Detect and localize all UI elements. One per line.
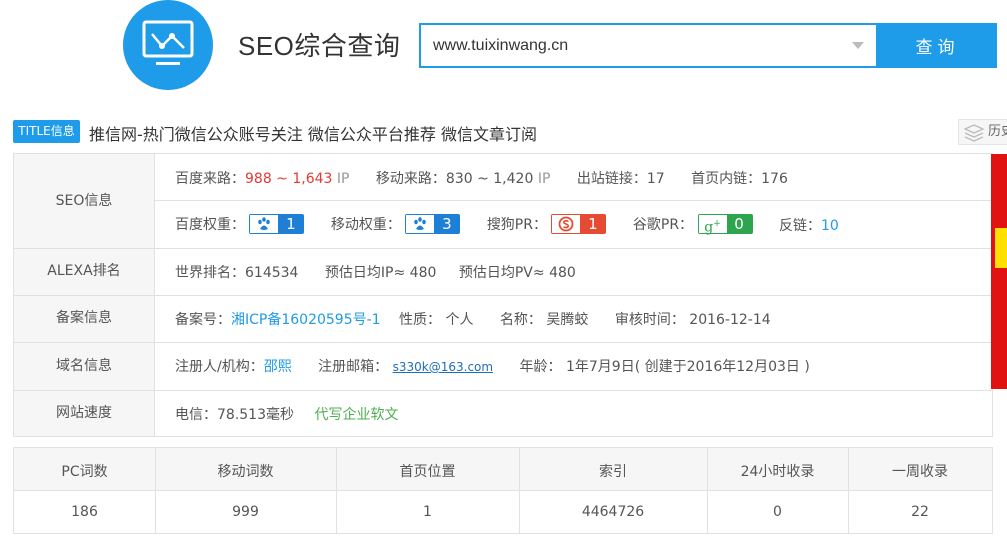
divider xyxy=(14,390,992,391)
alexa-row: 世界排名：614534 预估日均IP≈ 480 预估日均PV≈ 480 xyxy=(175,262,598,282)
baidu-weight-badge[interactable]: 1 xyxy=(249,214,305,234)
stats-table: PC词数 移动词数 首页位置 索引 24小时收录 一周收录 186 999 1 … xyxy=(13,447,993,534)
header-24h-indexed: 24小时收录 xyxy=(740,464,815,480)
mobile-traffic: 移动来路：830 ~ 1,420 IP xyxy=(375,171,551,187)
world-rank: 世界排名：614534 xyxy=(175,265,299,281)
history-button[interactable]: 历史 xyxy=(958,119,1007,145)
search-button[interactable]: 查询 xyxy=(878,23,997,68)
line-chart-monitor-icon xyxy=(142,20,194,65)
home-internal-links[interactable]: 首页内链：176 xyxy=(691,168,788,188)
sogou-icon xyxy=(559,216,574,232)
baidu-weight[interactable]: 百度权重： 1 xyxy=(175,214,305,235)
header-home-position: 首页位置 xyxy=(399,464,456,480)
icp-review-time: 审核时间： 2016-12-14 xyxy=(614,312,771,328)
icp-number-link[interactable]: 湘ICP备16020595号-1 xyxy=(231,312,381,328)
value-home-position: 1 xyxy=(423,504,432,520)
mobile-weight[interactable]: 移动权重： 3 xyxy=(331,214,461,235)
google-pr[interactable]: 谷歌PR： g+ 0 xyxy=(633,214,753,236)
ad-glyph xyxy=(995,228,1007,268)
baidu-paw-icon xyxy=(258,217,271,230)
registrant[interactable]: 注册人/机构：邵熙 xyxy=(175,356,292,376)
mobile-weight-badge[interactable]: 3 xyxy=(405,214,461,234)
seo-traffic-row: 百度来路：988 ~ 1,643 IP 移动来路：830 ~ 1,420 IP … xyxy=(175,168,810,188)
layers-icon xyxy=(964,124,984,142)
icp-nature: 性质： 个人 xyxy=(399,312,474,328)
page-title: SEO综合查询 xyxy=(238,31,401,61)
header-index: 索引 xyxy=(599,464,627,480)
value-mobile-words[interactable]: 999 xyxy=(155,504,336,520)
mobile-traffic-value: 830 ~ 1,420 xyxy=(445,171,534,187)
site-logo[interactable] xyxy=(123,0,213,90)
seo-label: SEO信息 xyxy=(14,154,155,248)
search-box[interactable] xyxy=(419,23,878,68)
telecom-speed: 电信：78.513毫秒 xyxy=(175,407,294,423)
baidu-paw-icon xyxy=(414,217,427,230)
home-internal-links-value[interactable]: 176 xyxy=(761,171,788,187)
value-pc-words[interactable]: 186 xyxy=(14,504,155,520)
icp-row: 备案号：湘ICP备16020595号-1 性质： 个人 名称： 吴腾蛟 审核时间… xyxy=(175,309,793,329)
backlinks-value[interactable]: 10 xyxy=(821,218,839,234)
search-input[interactable] xyxy=(433,25,843,66)
registrant-link[interactable]: 邵熙 xyxy=(264,359,292,375)
header-pc-words: PC词数 xyxy=(61,464,108,480)
divider xyxy=(155,200,992,201)
icp-label: 备案信息 xyxy=(14,295,155,342)
value-24h-indexed: 0 xyxy=(773,504,782,520)
domain-age: 年龄： 1年7月9日( 创建于2016年12月03日 ) xyxy=(519,359,810,375)
speed-row: 电信：78.513毫秒 代写企业软文 xyxy=(175,404,420,424)
registrant-email[interactable]: 注册邮箱： s330k@163.com xyxy=(318,356,493,376)
google-pr-badge[interactable]: g+ 0 xyxy=(697,214,753,236)
daily-ip: 预估日均IP≈ 480 xyxy=(324,265,437,281)
title-badge: TITLE信息 xyxy=(13,120,80,143)
value-index[interactable]: 4464726 xyxy=(519,504,707,520)
icp-name: 名称： 吴腾蛟 xyxy=(499,312,589,328)
icp-number[interactable]: 备案号：湘ICP备16020595号-1 xyxy=(175,309,381,329)
divider xyxy=(14,295,992,296)
history-label: 历史 xyxy=(988,124,1007,139)
domain-row: 注册人/机构：邵熙 注册邮箱： s330k@163.com 年龄： 1年7月9日… xyxy=(175,356,832,376)
google-plus-icon: g+ xyxy=(698,215,727,236)
domain-label: 域名信息 xyxy=(14,342,155,390)
sogou-pr-badge[interactable]: 1 xyxy=(551,214,607,234)
outbound-links-value[interactable]: 17 xyxy=(647,171,665,187)
outbound-links[interactable]: 出站链接：17 xyxy=(577,168,665,188)
header-mobile-words: 移动词数 xyxy=(217,464,274,480)
ad-banner[interactable] xyxy=(991,154,1007,389)
baidu-traffic-value: 988 ~ 1,643 xyxy=(245,171,333,187)
backlinks[interactable]: 反链：10 xyxy=(779,215,839,235)
alexa-label: ALEXA排名 xyxy=(14,248,155,295)
divider xyxy=(14,342,992,343)
baidu-traffic: 百度来路：988 ~ 1,643 IP xyxy=(175,171,350,187)
speed-label: 网站速度 xyxy=(14,390,155,436)
dropdown-caret-icon[interactable] xyxy=(852,42,864,49)
seo-weight-row: 百度权重： 1 移动权重： 3 搜狗PR： 1 谷歌PR： g+ 0 反链：10 xyxy=(175,214,861,236)
email-link[interactable]: s330k@163.com xyxy=(393,360,493,374)
ad-link[interactable]: 代写企业软文 xyxy=(314,404,398,424)
daily-pv: 预估日均PV≈ 480 xyxy=(458,265,576,281)
info-table: SEO信息 ALEXA排名 备案信息 域名信息 网站速度 百度来路：988 ~ … xyxy=(13,153,993,437)
site-title-text: 推信网-热门微信公众账号关注 微信公众平台推荐 微信文章订阅 xyxy=(89,125,537,144)
divider xyxy=(14,248,992,249)
value-week-indexed: 22 xyxy=(911,504,929,520)
sogou-pr[interactable]: 搜狗PR： 1 xyxy=(487,214,607,235)
header-week-indexed: 一周收录 xyxy=(892,464,948,480)
